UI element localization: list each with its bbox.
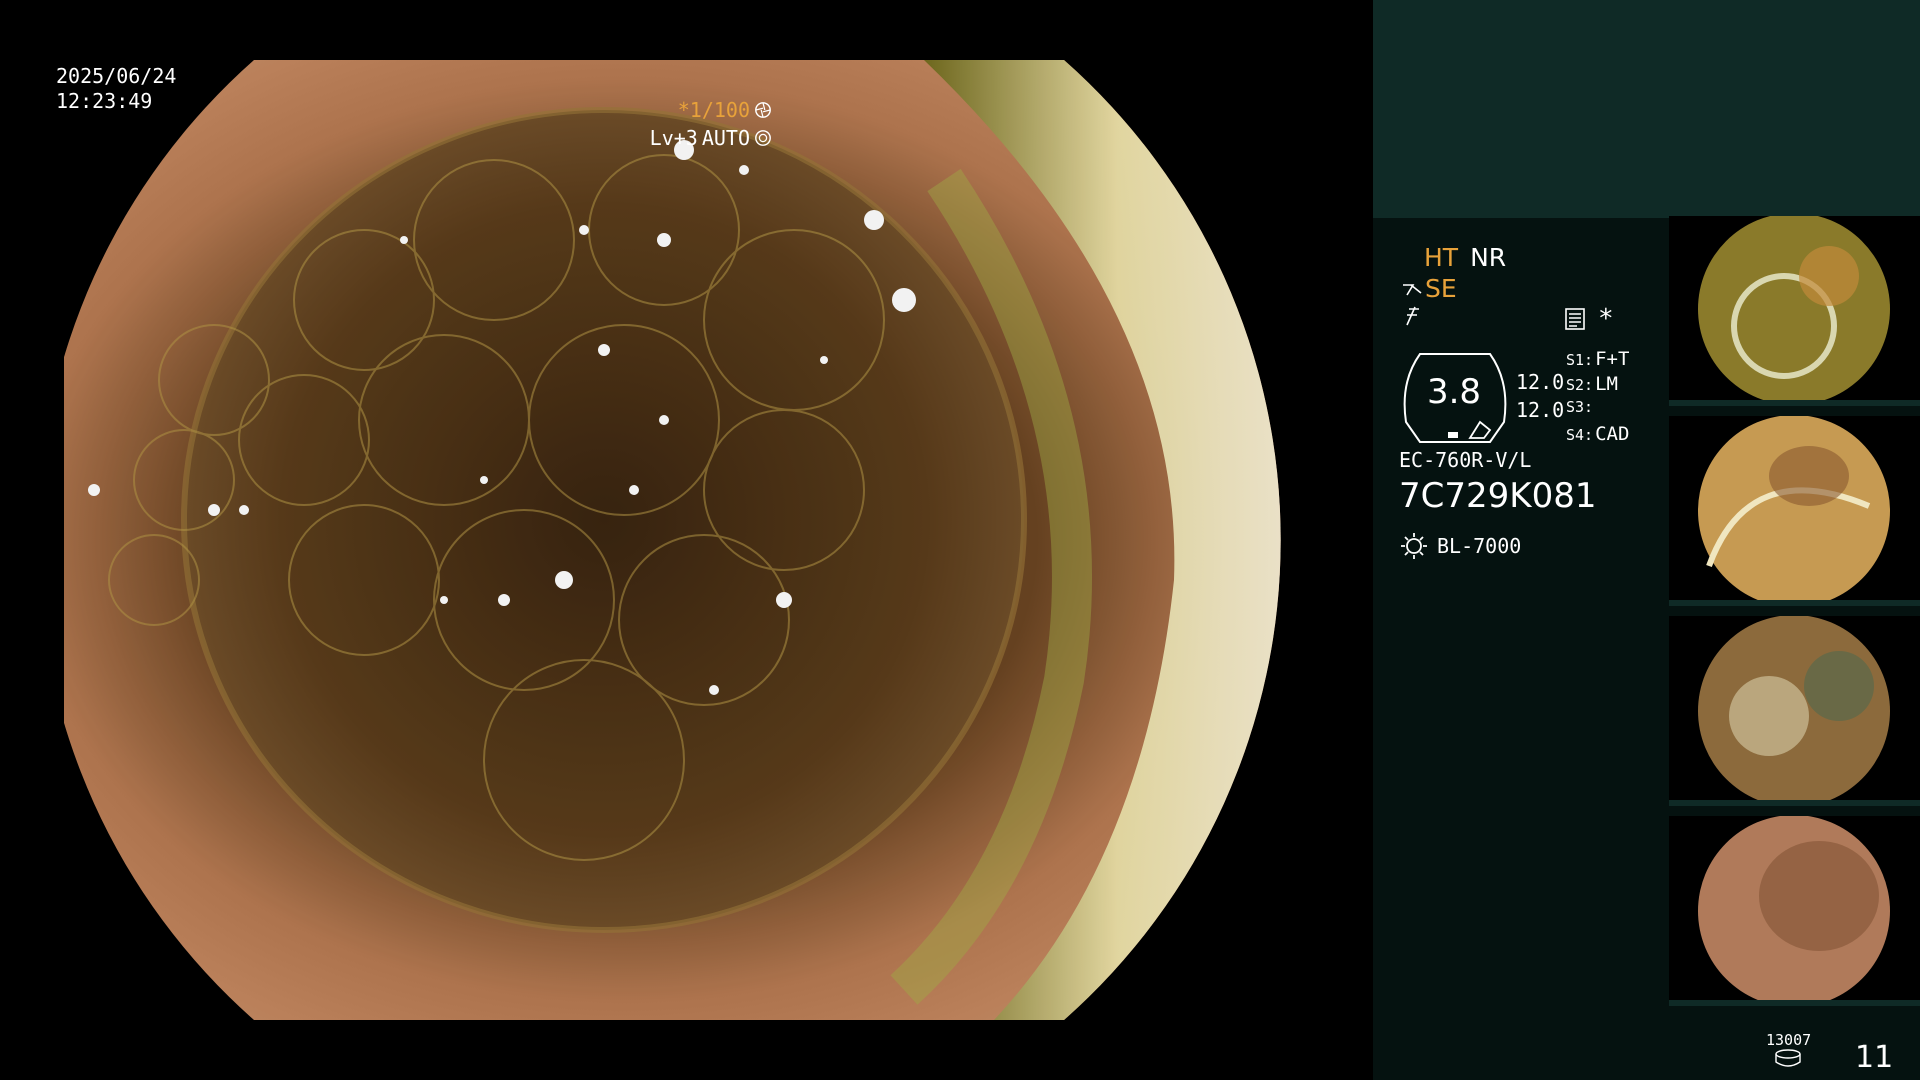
panel-header-area bbox=[1373, 0, 1920, 218]
slot-value: CAD bbox=[1595, 423, 1630, 445]
scope-model-label: EC-760R-V/L bbox=[1399, 448, 1532, 472]
light-source-row: BL-7000 bbox=[1399, 531, 1521, 561]
sun-icon bbox=[1401, 533, 1427, 559]
image-mode-row: HT NR bbox=[1424, 243, 1506, 272]
scale-value-2: 12.0 bbox=[1516, 398, 1565, 422]
captured-thumbnail-2[interactable] bbox=[1669, 416, 1920, 606]
color-enhance-icon bbox=[1406, 306, 1419, 326]
page-number: 11 bbox=[1855, 1040, 1894, 1075]
switch-slot-2: S2: LM bbox=[1566, 373, 1618, 395]
structure-enhance-row: SE bbox=[1401, 274, 1457, 303]
slot-key: S4: bbox=[1566, 426, 1594, 444]
endoscope-main-view: 2025/06/24 12:23:49 *1/100 Lv+3 AUTO bbox=[0, 0, 1373, 1080]
thumbnail-image bbox=[1669, 816, 1920, 1006]
thumbnail-image bbox=[1669, 416, 1920, 606]
thumbnail-image bbox=[1669, 216, 1920, 406]
slot-value: LM bbox=[1595, 373, 1618, 395]
se-mode-label: SE bbox=[1425, 274, 1457, 303]
brightness-level-readout: Lv+3 AUTO bbox=[650, 126, 772, 150]
switch-slot-4: S4: CAD bbox=[1566, 423, 1629, 445]
slot-key: S2: bbox=[1566, 376, 1594, 394]
scale-value-1: 12.0 bbox=[1516, 370, 1565, 394]
date-time-readout: 2025/06/24 12:23:49 bbox=[56, 64, 176, 114]
settings-sheet-icon bbox=[1565, 308, 1585, 330]
iris-mode-text: AUTO bbox=[701, 126, 750, 150]
color-enhance-row bbox=[1401, 305, 1423, 331]
storage-disk-icon bbox=[1775, 1049, 1801, 1067]
thumbnail-image bbox=[1669, 616, 1920, 806]
slot-value: F+T bbox=[1595, 348, 1630, 370]
captured-thumbnail-3[interactable] bbox=[1669, 616, 1920, 806]
ht-mode-label: HT bbox=[1424, 243, 1459, 272]
scope-serial-number: 7C729K081 bbox=[1399, 476, 1597, 516]
level-text: Lv+3 bbox=[649, 126, 698, 150]
shutter-speed-readout: *1/100 bbox=[678, 98, 772, 122]
gauge-value: 3.8 bbox=[1426, 372, 1482, 412]
time-text: 12:23:49 bbox=[56, 89, 153, 113]
exposure-text: *1/100 bbox=[677, 98, 750, 122]
switch-slot-1: S1: F+T bbox=[1566, 348, 1629, 370]
captured-thumbnail-4[interactable] bbox=[1669, 816, 1920, 1006]
iris-icon bbox=[755, 130, 771, 146]
asterisk-marker: * bbox=[1598, 304, 1614, 334]
nr-mode-label: NR bbox=[1470, 243, 1507, 272]
storage-count: 13007 bbox=[1766, 1031, 1812, 1049]
light-source-label: BL-7000 bbox=[1437, 534, 1522, 558]
structure-enhance-icon bbox=[1403, 283, 1422, 295]
date-text: 2025/06/24 bbox=[56, 64, 177, 88]
endoscope-live-image bbox=[64, 60, 1281, 1020]
slot-key: S3: bbox=[1566, 398, 1594, 416]
aperture-icon bbox=[755, 102, 771, 118]
captured-thumbnail-1[interactable] bbox=[1669, 216, 1920, 406]
switch-slot-3: S3: bbox=[1566, 398, 1595, 416]
slot-key: S1: bbox=[1566, 351, 1594, 369]
